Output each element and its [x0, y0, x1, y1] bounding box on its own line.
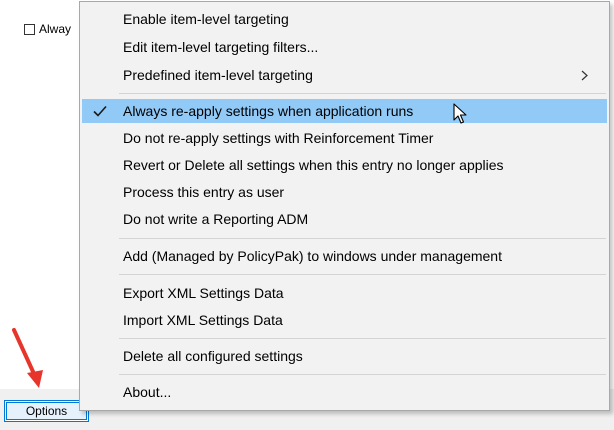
menu-item-add-managed-by-policypak[interactable]: Add (Managed by PolicyPak) to windows un…	[82, 244, 607, 268]
menu-item-enable-targeting[interactable]: Enable item-level targeting	[82, 7, 607, 31]
menu-item-import-xml[interactable]: Import XML Settings Data	[82, 308, 607, 332]
always-checkbox[interactable]	[24, 23, 35, 35]
menu-item-revert-delete[interactable]: Revert or Delete all settings when this …	[82, 153, 607, 177]
menu-item-label: Predefined item-level targeting	[123, 67, 313, 83]
menu-item-always-reapply[interactable]: Always re-apply settings when applicatio…	[82, 99, 607, 123]
mouse-pointer-icon	[453, 103, 467, 124]
context-menu: Enable item-level targeting Edit item-le…	[79, 1, 610, 411]
menu-separator	[119, 274, 606, 275]
menu-item-label: Import XML Settings Data	[123, 312, 283, 328]
menu-item-export-xml[interactable]: Export XML Settings Data	[82, 281, 607, 305]
menu-item-about[interactable]: About...	[82, 380, 607, 404]
red-arrow-icon	[12, 328, 43, 388]
options-button[interactable]: Options	[4, 400, 89, 422]
always-checkbox-row[interactable]: Alway	[24, 22, 71, 36]
menu-item-label: Do not re-apply settings with Reinforcem…	[123, 130, 434, 146]
check-icon	[93, 105, 107, 117]
menu-item-label: Process this entry as user	[123, 184, 285, 200]
menu-separator	[119, 238, 606, 239]
menu-item-label: Edit item-level targeting filters...	[123, 39, 319, 55]
always-checkbox-label: Alway	[39, 22, 72, 36]
menu-item-label: Add (Managed by PolicyPak) to windows un…	[123, 248, 502, 264]
menu-item-delete-all-settings[interactable]: Delete all configured settings	[82, 344, 607, 368]
menu-item-label: Revert or Delete all settings when this …	[123, 157, 504, 173]
menu-item-no-reinforcement-timer[interactable]: Do not re-apply settings with Reinforcem…	[82, 126, 607, 150]
menu-item-process-as-user[interactable]: Process this entry as user	[82, 180, 607, 204]
menu-item-predefined-targeting[interactable]: Predefined item-level targeting	[82, 63, 607, 87]
menu-separator	[119, 338, 606, 339]
menu-item-label: Delete all configured settings	[123, 348, 303, 364]
menu-item-edit-targeting-filters[interactable]: Edit item-level targeting filters...	[82, 35, 607, 59]
menu-item-label: Export XML Settings Data	[123, 285, 284, 301]
menu-item-label: Do not write a Reporting ADM	[123, 211, 309, 227]
menu-item-no-reporting-adm[interactable]: Do not write a Reporting ADM	[82, 207, 607, 231]
menu-item-label: Enable item-level targeting	[123, 11, 289, 27]
menu-item-label: Always re-apply settings when applicatio…	[123, 103, 414, 119]
menu-separator	[119, 374, 606, 375]
menu-item-label: About...	[123, 384, 172, 400]
menu-separator	[119, 93, 606, 94]
chevron-right-icon	[581, 70, 588, 81]
